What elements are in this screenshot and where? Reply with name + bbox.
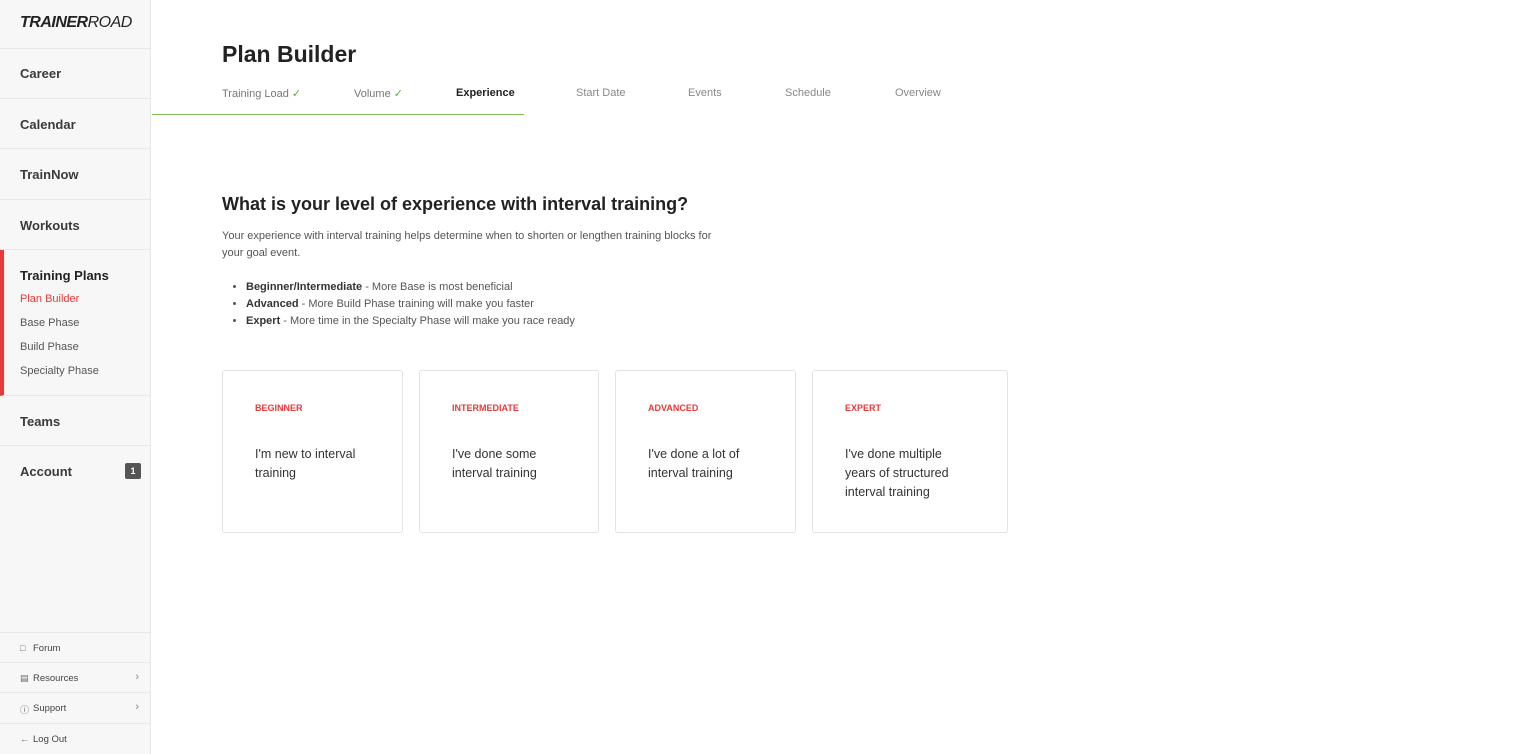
list-item: Expert - More time in the Specialty Phas… xyxy=(246,313,575,330)
tab-training-load[interactable]: Training Load ✓ xyxy=(222,87,301,100)
nav-career[interactable]: Career xyxy=(0,48,151,99)
help-icon: ⓘ xyxy=(20,705,30,715)
sidebar: TRAINERROAD Career Calendar TrainNow Wor… xyxy=(0,0,151,754)
option-card-advanced[interactable]: ADVANCED I've done a lot of interval trai… xyxy=(615,370,796,533)
list-item: Beginner/Intermediate - More Base is mos… xyxy=(246,279,575,296)
nav-plan-builder[interactable]: Plan Builder xyxy=(20,293,79,305)
nav-trainnow[interactable]: TrainNow xyxy=(0,149,151,200)
nav-trainnow-label: TrainNow xyxy=(20,167,79,182)
option-card-beginner[interactable]: BEGINNER I'm new to interval training xyxy=(222,370,403,533)
check-icon: ✓ xyxy=(393,88,403,100)
nav-teams[interactable]: Teams xyxy=(0,396,151,446)
footer-support[interactable]: ⓘ Support › xyxy=(0,692,151,722)
option-description: I'm new to interval training xyxy=(255,447,356,480)
question-description: Your experience with interval training h… xyxy=(222,230,712,259)
tab-overview[interactable]: Overview xyxy=(895,87,941,99)
nav-calendar-label: Calendar xyxy=(20,117,76,132)
option-level-label: EXPERT xyxy=(845,403,882,413)
option-description: I've done multiple years of structured int… xyxy=(845,447,949,499)
nav-career-label: Career xyxy=(20,66,62,81)
footer-logout-label: Log Out xyxy=(33,734,67,745)
nav-workouts-label: Workouts xyxy=(20,218,80,233)
option-card-intermediate[interactable]: INTERMEDIATE I've done some interval trai… xyxy=(419,370,599,533)
nav-training-plans-label[interactable]: Training Plans xyxy=(20,268,109,283)
check-icon: ✓ xyxy=(291,88,302,100)
tab-experience[interactable]: Experience xyxy=(456,87,515,99)
tab-progress-bar xyxy=(152,114,524,115)
tab-schedule[interactable]: Schedule xyxy=(785,87,831,99)
nav-base-phase[interactable]: Base Phase xyxy=(20,317,79,329)
nav-calendar[interactable]: Calendar xyxy=(0,99,151,149)
account-notification-badge: 1 xyxy=(125,463,141,479)
option-description: I've done some interval training xyxy=(452,447,537,480)
footer-forum[interactable]: □ Forum xyxy=(0,632,151,662)
nav-account-label: Account xyxy=(20,464,72,479)
nav-teams-label: Teams xyxy=(20,414,61,429)
nav-workouts[interactable]: Workouts xyxy=(0,200,151,250)
chat-icon: □ xyxy=(20,643,26,653)
option-card-expert[interactable]: EXPERT I've done multiple years of struct… xyxy=(812,370,1008,533)
tab-events[interactable]: Events xyxy=(688,87,722,99)
option-description: I've done a lot of interval training xyxy=(648,447,740,480)
footer-resources[interactable]: ▤ Resources › xyxy=(0,662,151,692)
chevron-right-icon: › xyxy=(135,701,139,713)
experience-guidance-list: Beginner/Intermediate - More Base is mos… xyxy=(232,279,575,330)
footer-resources-label: Resources xyxy=(33,673,79,684)
tab-volume[interactable]: Volume ✓ xyxy=(354,87,403,100)
option-level-label: INTERMEDIATE xyxy=(452,403,519,413)
list-item: Advanced - More Build Phase training wil… xyxy=(246,296,575,313)
trainerroad-logo[interactable]: TRAINERROAD xyxy=(20,14,132,32)
tab-start-date[interactable]: Start Date xyxy=(576,87,626,99)
option-level-label: BEGINNER xyxy=(255,403,303,413)
nav-build-phase[interactable]: Build Phase xyxy=(20,341,79,353)
chevron-right-icon: › xyxy=(135,671,139,683)
question-heading: What is your level of experience with in… xyxy=(222,194,689,214)
nav-account[interactable]: Account 1 xyxy=(0,446,151,496)
nav-training-plans: Training Plans Plan Builder Base Phase B… xyxy=(0,250,151,396)
footer-forum-label: Forum xyxy=(33,643,61,654)
footer-support-label: Support xyxy=(33,703,67,714)
page-title: Plan Builder xyxy=(222,41,357,67)
footer-logout[interactable]: ← Log Out xyxy=(0,723,151,753)
arrow-left-icon: ← xyxy=(20,734,29,744)
option-level-label: ADVANCED xyxy=(648,403,699,413)
nav-specialty-phase[interactable]: Specialty Phase xyxy=(20,365,99,377)
list-icon: ▤ xyxy=(20,673,29,683)
